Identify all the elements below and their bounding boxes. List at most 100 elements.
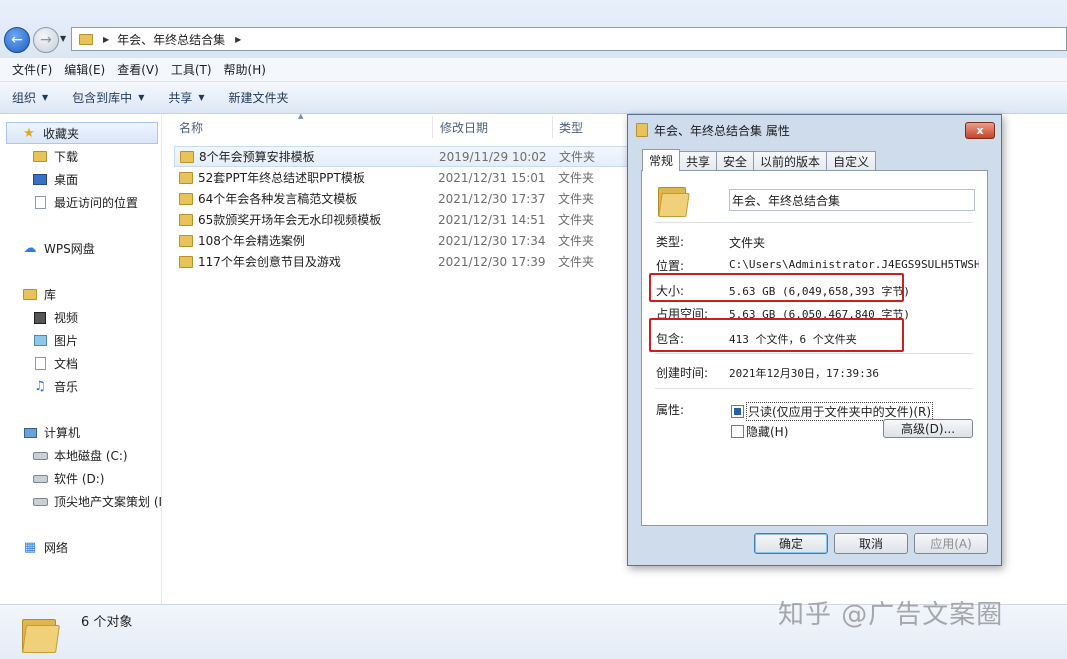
caret-down-icon: ▼	[138, 93, 145, 102]
share-button[interactable]: 共享 ▼	[168, 89, 204, 106]
advanced-button[interactable]: 高级(D)...	[883, 419, 973, 438]
picture-icon	[32, 334, 48, 348]
menu-edit[interactable]: 编辑(E)	[58, 61, 111, 78]
created-label: 创建时间:	[656, 366, 709, 380]
music-note-icon: ♫	[34, 379, 46, 394]
navigation-pane: ★ 收藏夹 下载 桌面 最近访问的位置 ☁ WPS网盘 库 视频 图片 文档 ♫ 音乐…	[0, 114, 162, 604]
video-icon	[32, 311, 48, 325]
document-icon	[32, 357, 48, 371]
drive-icon	[32, 472, 48, 486]
hidden-checkbox[interactable]: 隐藏(H)	[731, 423, 788, 440]
highlight-size	[649, 273, 904, 302]
menu-bar: 文件(F) 编辑(E) 查看(V) 工具(T) 帮助(H)	[0, 58, 1067, 82]
folder-icon	[180, 150, 194, 163]
ok-button[interactable]: 确定	[754, 533, 828, 554]
column-divider[interactable]	[552, 116, 553, 138]
highlight-contains	[649, 318, 904, 352]
file-row[interactable]: 108个年会精选案例 2021/12/30 17:34 文件夹	[174, 230, 634, 251]
menu-file[interactable]: 文件(F)	[6, 61, 58, 78]
nav-wps-cloud[interactable]: ☁ WPS网盘	[22, 240, 95, 257]
nav-libraries[interactable]: 库	[22, 286, 56, 303]
apply-button[interactable]: 应用(A)	[914, 533, 988, 554]
column-divider[interactable]	[432, 116, 433, 138]
column-header-name[interactable]: 名称	[179, 114, 203, 140]
folder-icon	[636, 123, 648, 137]
type-value: 文件夹	[729, 236, 766, 250]
file-list: ▲ 名称 修改日期 类型 8个年会预算安排模板 2019/11/29 10:02…	[162, 112, 634, 604]
breadcrumb-arrow-icon[interactable]: ▶	[103, 35, 109, 44]
folder-icon	[79, 33, 93, 45]
recent-pages-dropdown-icon[interactable]: ▼	[60, 34, 66, 43]
nav-downloads[interactable]: 下载	[32, 148, 78, 165]
menu-view[interactable]: 查看(V)	[111, 61, 165, 78]
nav-documents[interactable]: 文档	[32, 355, 78, 372]
recent-places-icon	[32, 196, 48, 210]
folder-name-input[interactable]: 年会、年终总结合集	[729, 189, 975, 211]
file-row[interactable]: 64个年会各种发言稿范文模板 2021/12/30 17:37 文件夹	[174, 188, 634, 209]
nav-drive-d[interactable]: 软件 (D:)	[32, 470, 104, 487]
computer-icon	[22, 426, 38, 440]
include-in-library-button[interactable]: 包含到库中 ▼	[72, 89, 144, 106]
tab-general[interactable]: 常规	[642, 149, 681, 171]
breadcrumb-arrow-icon[interactable]: ▶	[235, 35, 241, 44]
nav-music[interactable]: ♫ 音乐	[32, 378, 78, 395]
file-row[interactable]: 52套PPT年终总结述职PPT模板 2021/12/31 15:01 文件夹	[174, 167, 634, 188]
column-header-type[interactable]: 类型	[559, 114, 583, 140]
new-folder-button[interactable]: 新建文件夹	[229, 89, 289, 106]
back-button[interactable]: ←	[4, 27, 30, 53]
network-icon: ▦	[23, 540, 37, 555]
nav-videos[interactable]: 视频	[32, 309, 78, 326]
close-button[interactable]: x	[965, 122, 995, 139]
address-row: ← → ▼ ▶ 年会、年终总结合集 ▶	[0, 0, 1067, 58]
dialog-title: 年会、年终总结合集 属性	[654, 123, 790, 138]
divider	[655, 388, 973, 389]
cloud-icon: ☁	[23, 241, 37, 256]
nav-favorites[interactable]: ★ 收藏夹	[6, 122, 158, 144]
properties-dialog: 年会、年终总结合集 属性 x 常规 共享 安全 以前的版本 自定义 年会、年终总…	[627, 114, 1002, 566]
folder-icon	[179, 192, 193, 205]
address-bar[interactable]: ▶ 年会、年终总结合集 ▶	[71, 27, 1067, 51]
nav-pictures[interactable]: 图片	[32, 332, 78, 349]
folder-icon	[179, 255, 193, 268]
tab-previous-versions[interactable]: 以前的版本	[753, 151, 828, 171]
folder-icon	[658, 183, 690, 217]
dialog-titlebar[interactable]: 年会、年终总结合集 属性	[628, 115, 1001, 145]
download-folder-icon	[32, 150, 48, 164]
divider	[655, 222, 973, 223]
menu-tools[interactable]: 工具(T)	[165, 61, 218, 78]
caret-down-icon: ▼	[42, 93, 49, 102]
location-value: C:\Users\Administrator.J4EGS9SULH5TWSH\D…	[729, 258, 979, 271]
caret-down-icon: ▼	[198, 93, 205, 102]
file-row[interactable]: 65款颁奖开场年会无水印视频模板 2021/12/31 14:51 文件夹	[174, 209, 634, 230]
tab-customize[interactable]: 自定义	[826, 151, 877, 171]
forward-button[interactable]: →	[33, 27, 59, 53]
file-row[interactable]: 117个年会创意节目及游戏 2021/12/30 17:39 文件夹	[174, 251, 634, 272]
nav-drive-e[interactable]: 顶尖地产文案策划 (I	[32, 493, 161, 510]
sort-ascending-icon: ▲	[298, 112, 304, 120]
nav-drive-c[interactable]: 本地磁盘 (C:)	[32, 447, 128, 464]
item-count: 6 个对象	[81, 615, 133, 630]
created-value: 2021年12月30日，17:39:36	[729, 367, 879, 380]
file-row[interactable]: 8个年会预算安排模板 2019/11/29 10:02 文件夹	[174, 146, 634, 167]
folder-icon	[179, 171, 193, 184]
nav-desktop[interactable]: 桌面	[32, 171, 78, 188]
checkbox-unchecked-icon	[731, 425, 744, 438]
location-label: 位置:	[656, 259, 685, 273]
system-drive-icon	[32, 449, 48, 463]
command-bar: 组织 ▼ 包含到库中 ▼ 共享 ▼ 新建文件夹	[0, 82, 1067, 114]
nav-network[interactable]: ▦ 网络	[22, 539, 68, 556]
organize-button[interactable]: 组织 ▼	[12, 89, 48, 106]
desktop-icon	[32, 173, 48, 187]
drive-icon	[32, 495, 48, 509]
menu-help[interactable]: 帮助(H)	[218, 61, 272, 78]
nav-recent-places[interactable]: 最近访问的位置	[32, 194, 138, 211]
tab-sharing[interactable]: 共享	[679, 151, 718, 171]
arrow-right-icon: →	[40, 32, 52, 48]
tab-security[interactable]: 安全	[716, 151, 755, 171]
close-icon: x	[976, 124, 984, 137]
folder-icon	[179, 213, 193, 226]
cancel-button[interactable]: 取消	[834, 533, 908, 554]
nav-computer[interactable]: 计算机	[22, 424, 80, 441]
column-header-date[interactable]: 修改日期	[440, 114, 488, 140]
breadcrumb-current-folder[interactable]: 年会、年终总结合集	[117, 31, 225, 48]
